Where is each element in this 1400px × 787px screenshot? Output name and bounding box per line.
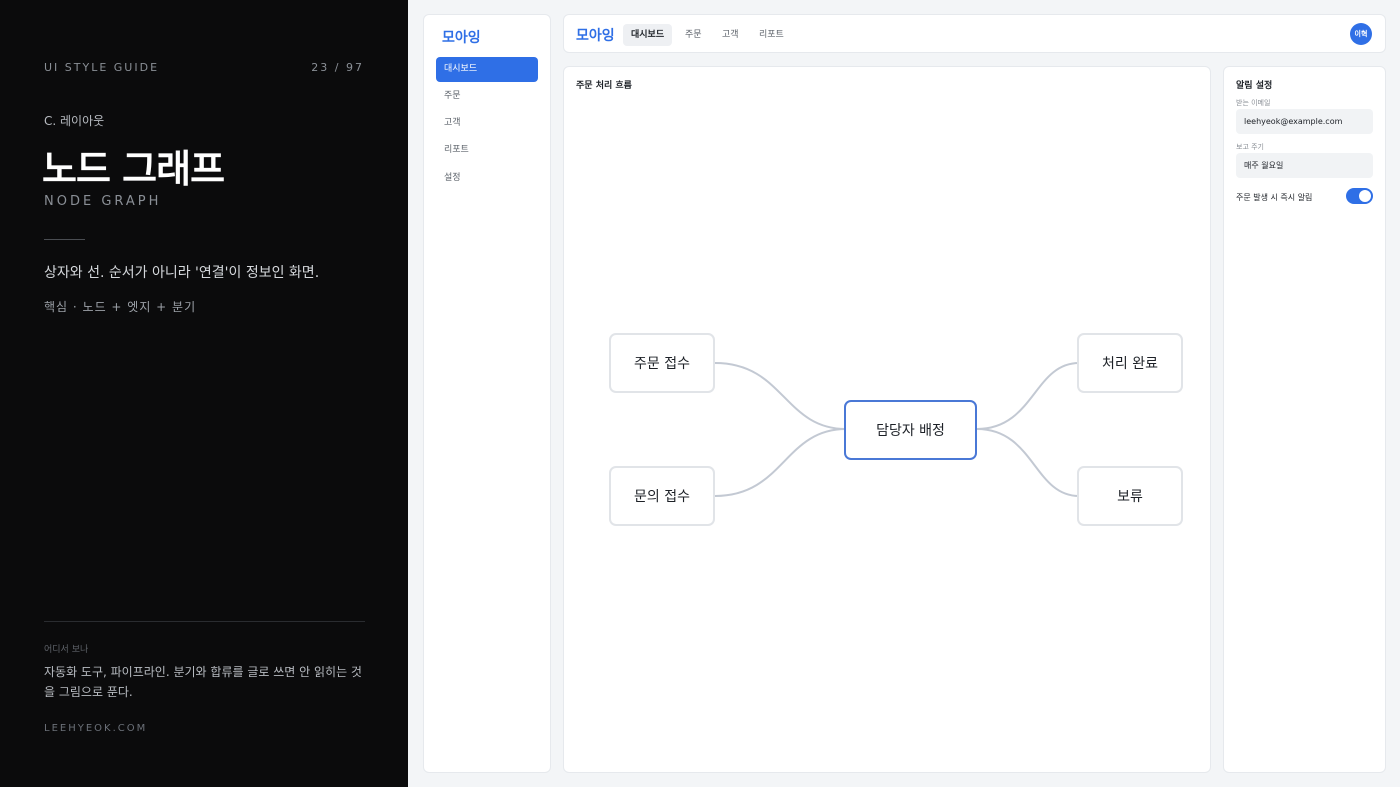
guide-keywords: 핵심 · 노드 + 엣지 + 분기 (44, 300, 197, 314)
node-order-received[interactable]: 주문 접수 (609, 333, 715, 393)
sidebar-item-dashboard[interactable]: 대시보드 (436, 57, 538, 82)
where-label: 어디서 보나 (44, 645, 89, 655)
guide-subtitle: NODE GRAPH (44, 194, 162, 209)
guide-title: 노드 그래프 (42, 147, 225, 191)
node-complete[interactable]: 처리 완료 (1077, 333, 1183, 393)
node-hold[interactable]: 보류 (1077, 466, 1183, 526)
tab-reports[interactable]: 리포트 (751, 24, 792, 46)
order-flow-card: 주문 처리 흐름 주문 접수 문의 접수 담당자 배정 처리 완료 보류 (563, 66, 1211, 773)
where-text: 자동화 도구, 파이프라인. 분기와 합류를 글로 쓰면 안 읽히는 것을 그림… (44, 665, 362, 699)
guide-section: C. 레이아웃 (44, 114, 105, 128)
card-title: 알림 설정 (1236, 81, 1273, 91)
edge-inquiry-to-assign (714, 428, 847, 497)
notification-settings-card: 알림 설정 받는 이메일 leehyeok@example.com 보고 주기 … (1223, 66, 1386, 773)
email-field[interactable]: leehyeok@example.com (1236, 109, 1373, 134)
divider (44, 239, 85, 240)
tab-dashboard[interactable]: 대시보드 (623, 24, 673, 46)
toggle-knob (1359, 190, 1371, 202)
edge-order-to-assign (714, 362, 847, 430)
instant-alert-label: 주문 발생 시 즉시 알림 (1236, 193, 1313, 202)
style-guide-panel: UI STYLE GUIDE 23 / 97 C. 레이아웃 노드 그래프 NO… (0, 0, 408, 787)
report-cycle-field[interactable]: 매주 월요일 (1236, 153, 1373, 178)
edge-assign-to-hold (976, 428, 1080, 497)
guide-kicker: UI STYLE GUIDE (44, 61, 160, 74)
edge-assign-to-complete (976, 362, 1080, 430)
avatar[interactable]: 이혁 (1350, 23, 1372, 45)
tab-orders[interactable]: 주문 (677, 24, 710, 46)
sidebar-brand[interactable]: 모아잉 (442, 27, 481, 47)
topbar-brand[interactable]: 모아잉 (576, 25, 615, 45)
instant-alert-toggle[interactable] (1346, 188, 1373, 204)
top-bar: 모아잉 대시보드 주문 고객 리포트 이혁 (563, 14, 1386, 53)
email-label: 받는 이메일 (1236, 99, 1271, 107)
sidebar-item-orders[interactable]: 주문 (436, 84, 538, 109)
node-assign[interactable]: 담당자 배정 (844, 400, 977, 460)
sidebar-item-settings[interactable]: 설정 (436, 166, 538, 191)
sidebar-item-reports[interactable]: 리포트 (436, 138, 538, 163)
page-counter: 23 / 97 (311, 61, 364, 74)
tab-customers[interactable]: 고객 (714, 24, 747, 46)
node-inquiry-received[interactable]: 문의 접수 (609, 466, 715, 526)
sidebar: 모아잉 대시보드 주문 고객 리포트 설정 (423, 14, 551, 773)
guide-description: 상자와 선. 순서가 아니라 '연결'이 정보인 화면. (44, 265, 320, 281)
divider (44, 621, 365, 622)
cycle-label: 보고 주기 (1236, 143, 1264, 151)
sidebar-item-customers[interactable]: 고객 (436, 111, 538, 136)
site-link: LEEHYEOK.COM (44, 723, 148, 734)
